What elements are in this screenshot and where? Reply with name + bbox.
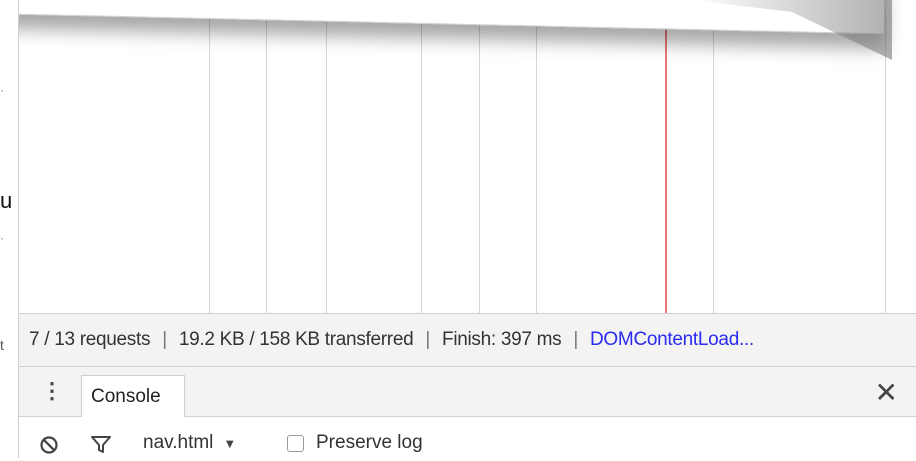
tab-console[interactable]: Console (81, 375, 185, 417)
console-toolbar: nav.html ▼ Preserve log (19, 417, 916, 458)
filter-icon[interactable] (90, 435, 112, 461)
preserve-log-label: Preserve log (316, 432, 423, 453)
drawer-tab-strip: ⋮ Console ✕ (19, 367, 916, 417)
finish-time: Finish: 397 ms (442, 329, 562, 350)
preserve-log-checkbox[interactable] (287, 434, 304, 452)
waterfall-grid-line (479, 0, 480, 313)
page-text-fragment: · (0, 231, 4, 245)
network-waterfall-overview[interactable] (19, 0, 916, 313)
preserve-log-toggle[interactable]: Preserve log (287, 432, 423, 454)
waterfall-grid-line (421, 0, 422, 313)
waterfall-grid-line (266, 0, 267, 313)
load-event-marker (665, 0, 667, 313)
context-selector-label: nav.html (143, 432, 214, 453)
summary-separator: | (573, 329, 579, 350)
page-text-fragment: u (0, 188, 13, 213)
waterfall-grid-line (209, 0, 210, 313)
summary-separator: | (425, 329, 431, 350)
devtools-panel: 7 / 13 requests | 19.2 KB / 158 KB trans… (19, 0, 916, 458)
close-drawer-icon[interactable]: ✕ (875, 379, 898, 407)
chevron-down-icon: ▼ (223, 435, 237, 451)
network-summary-bar: 7 / 13 requests | 19.2 KB / 158 KB trans… (19, 313, 916, 367)
transferred-size: 19.2 KB / 158 KB transferred (178, 329, 414, 350)
drawer-menu-icon[interactable]: ⋮ (41, 377, 63, 405)
waterfall-grid-line (536, 0, 537, 313)
page-content-strip: · u · t (0, 0, 19, 458)
summary-separator: | (162, 329, 167, 350)
page-text-fragment: · (0, 83, 4, 97)
page-text-fragment: t (0, 337, 4, 353)
waterfall-grid-line (713, 0, 714, 313)
requests-count: 7 / 13 requests (29, 329, 151, 350)
waterfall-grid-line (326, 0, 327, 313)
context-selector[interactable]: nav.html ▼ (143, 432, 236, 454)
dom-content-loaded-time: DOMContentLoad... (590, 329, 754, 350)
clear-console-icon[interactable] (39, 435, 59, 461)
